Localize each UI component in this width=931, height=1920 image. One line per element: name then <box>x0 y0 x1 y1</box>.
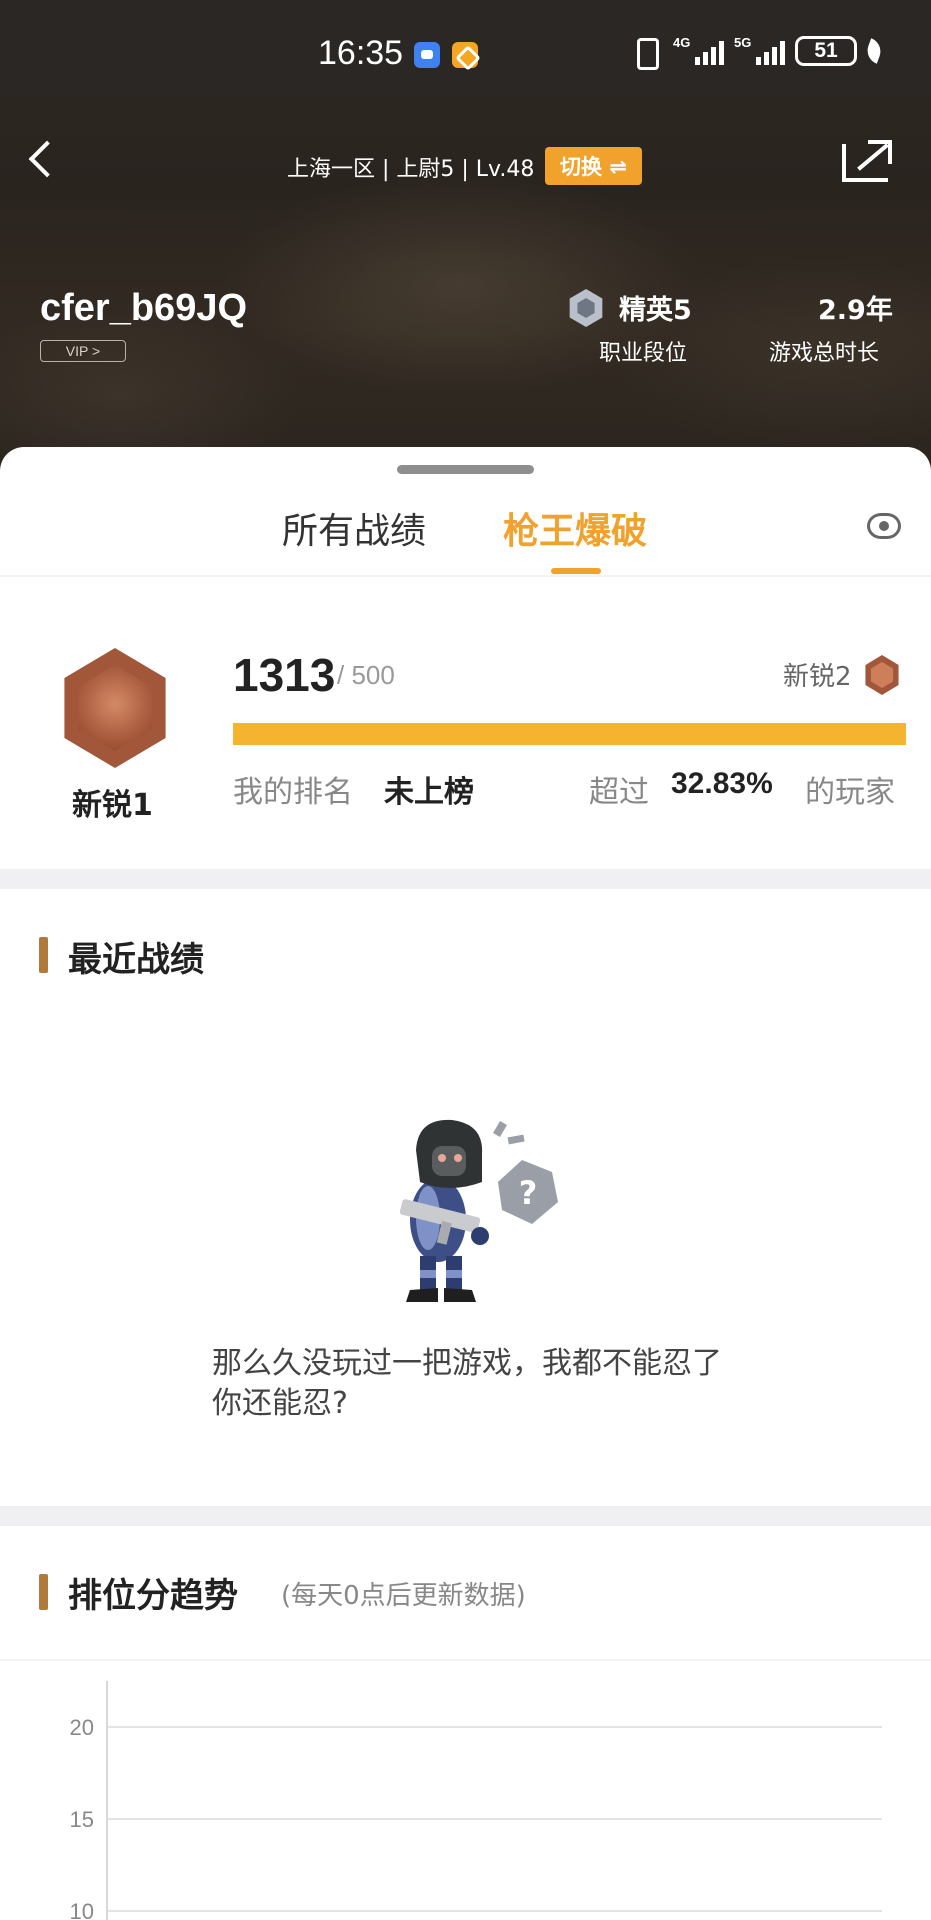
status-indicators: 4G 5G 51 <box>629 35 885 70</box>
playtime-label: 游戏总时长 <box>769 341 880 366</box>
switch-button[interactable]: 切换 ⇌ <box>545 147 642 185</box>
eye-icon[interactable] <box>867 513 901 539</box>
exceed-label: 超过 <box>589 775 649 810</box>
rank-trend-chart: 20 15 10 <box>70 1681 882 1920</box>
notification-app-icon <box>452 42 478 68</box>
signal-4g-icon: 4G <box>673 35 724 65</box>
tab-sniper-demolition[interactable]: 枪王爆破 <box>503 502 647 554</box>
sheet-drag-handle[interactable] <box>397 465 534 474</box>
rank-score: 1313 <box>233 649 336 701</box>
next-tier-label: 新锐2 <box>783 662 852 692</box>
username: cfer_b69JQ <box>40 287 248 329</box>
rank-score-max: / 500 <box>337 660 395 690</box>
empty-state-message: 那么久没玩过一把游戏，我都不能忍了你还能忍? <box>212 1346 722 1421</box>
network-5g-label: 5G <box>734 35 752 50</box>
section-accent-bar <box>39 1574 48 1610</box>
signal-5g-icon: 5G <box>734 35 785 65</box>
rank-badge-label: 新锐1 <box>72 788 153 823</box>
active-tab-indicator <box>551 568 601 574</box>
section-accent-bar <box>39 937 48 973</box>
vip-badge[interactable]: VIP > <box>40 340 126 362</box>
status-time: 16:35 <box>318 34 404 72</box>
section-gap <box>0 869 931 889</box>
svg-text:?: ? <box>519 1174 538 1212</box>
y-tick-label: 15 <box>70 1807 94 1832</box>
playtime-value: 2.9年 <box>818 295 893 326</box>
y-tick-label: 10 <box>70 1899 94 1920</box>
my-rank-label: 我的排名 <box>233 775 353 810</box>
rank-trend-note: (每天0点后更新数据) <box>281 1581 526 1611</box>
rank-progress-fill <box>233 723 906 745</box>
rank-progress-bar <box>233 723 906 745</box>
career-rank-value: 精英5 <box>619 295 692 326</box>
recent-records-title: 最近战绩 <box>68 940 204 980</box>
battery-icon: 51 <box>795 36 857 66</box>
empty-state-soldier-illustration: ? <box>399 1119 558 1302</box>
exceed-value: 32.83% <box>671 767 773 800</box>
section-gap <box>0 1506 931 1526</box>
rank-trend-title: 排位分趋势 <box>68 1576 238 1616</box>
server-info: 上海一区 | 上尉5 | Lv.48 <box>287 157 535 182</box>
network-4g-label: 4G <box>673 35 691 50</box>
y-tick-label: 20 <box>70 1715 94 1740</box>
tab-all-records[interactable]: 所有战绩 <box>282 502 426 554</box>
back-arrow-icon[interactable] <box>22 140 62 180</box>
exceed-suffix: 的玩家 <box>805 775 895 810</box>
my-rank-value: 未上榜 <box>384 775 474 810</box>
chat-app-icon <box>414 42 440 68</box>
vibrate-icon <box>629 36 663 70</box>
career-rank-label: 职业段位 <box>599 341 688 366</box>
